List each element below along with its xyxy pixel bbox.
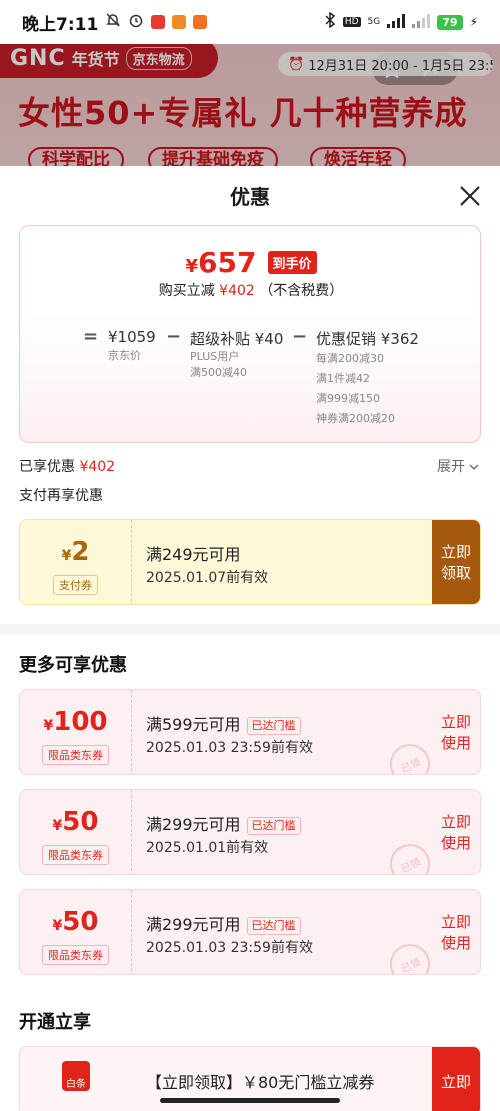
coupon-validity: 2025.01.03 23:59前有效 xyxy=(146,940,313,956)
coupon-amount: ¥50 xyxy=(52,807,99,837)
use-coupon-button[interactable]: 立即使用 xyxy=(432,790,480,874)
charging-icon: ⚡ xyxy=(469,15,478,29)
app-notification-icon-3 xyxy=(193,15,208,29)
signal-bars-icon xyxy=(387,13,406,32)
open-benefits-title: 开通立享 xyxy=(19,1012,91,1033)
coupon-card-1: ¥100 限品类东券 满599元可用 已达门槛 2025.01.03 23:59前… xyxy=(19,689,481,775)
enjoyed-discount: 已享优惠 ¥402 xyxy=(19,459,116,475)
battery-icon: 79 xyxy=(437,14,463,30)
pay-section-title: 支付再享优惠 xyxy=(19,488,103,504)
expand-toggle[interactable]: 展开 xyxy=(437,456,479,476)
coupon-tag: 限品类东券 xyxy=(42,745,109,765)
final-price: ¥657 xyxy=(185,246,257,279)
close-icon[interactable] xyxy=(458,184,482,208)
more-discounts-title: 更多可享优惠 xyxy=(19,655,127,676)
use-coupon-button[interactable]: 立即使用 xyxy=(432,890,480,974)
threshold-badge: 已达门槛 xyxy=(246,716,301,735)
enjoyed-amount: ¥402 xyxy=(79,459,116,475)
promo-col: 优惠促销 ¥362 每满200减30 满1件减42 满999减150 神券满20… xyxy=(316,328,419,429)
signal-icon: 5G xyxy=(367,17,381,27)
plus-rule: 满500减40 xyxy=(190,366,247,379)
use-coupon-button[interactable]: 立即使用 xyxy=(432,690,480,774)
signal-bars-icon-2 xyxy=(412,13,431,32)
promo-rule-3: 满999减150 xyxy=(316,392,380,405)
pay-coupon-validity: 2025.01.07前有效 xyxy=(146,570,269,586)
coupon-title: 满299元可用 已达门槛 xyxy=(146,911,301,935)
dim-overlay[interactable] xyxy=(0,36,500,166)
pay-coupon-title: 满249元可用 xyxy=(146,545,241,564)
bluetooth-icon xyxy=(324,11,336,32)
equals-sign: = xyxy=(83,326,99,347)
chevron-down-icon xyxy=(469,464,479,470)
coupon-card-2: ¥50 限品类东券 满299元可用 已达门槛 2025.01.01前有效 已领 立… xyxy=(19,789,481,875)
coupon-validity: 2025.01.01前有效 xyxy=(146,840,269,856)
baitiao-claim-button[interactable]: 立即 xyxy=(432,1047,480,1111)
pay-coupon-value: ¥2 支付券 xyxy=(20,520,132,604)
section-divider xyxy=(0,624,500,634)
status-time: 晚上7:11 xyxy=(22,14,99,35)
status-bar: 晚上7:11 HD 5G 79 ⚡ xyxy=(0,0,500,44)
pay-coupon: ¥2 支付券 满249元可用 2025.01.07前有效 立即领取 xyxy=(19,519,481,605)
coupon-tag: 限品类东券 xyxy=(42,845,109,865)
minus-sign-2: − xyxy=(292,326,308,347)
coupon-validity: 2025.01.03 23:59前有效 xyxy=(146,740,313,756)
final-price-row: ¥657 到手价 xyxy=(20,246,482,279)
coupon-title: 满299元可用 已达门槛 xyxy=(146,811,301,835)
claimed-stamp: 已领 xyxy=(383,837,437,874)
promo-total: 优惠促销 ¥362 xyxy=(316,330,419,348)
jd-price-col: ¥1059 京东价 xyxy=(108,328,156,366)
app-notification-icon xyxy=(151,15,166,29)
threshold-badge: 已达门槛 xyxy=(246,816,301,835)
final-price-badge: 到手价 xyxy=(267,251,317,274)
threshold-badge: 已达门槛 xyxy=(246,916,301,935)
coupon-tag: 限品类东券 xyxy=(42,945,109,965)
coupon-amount: ¥100 xyxy=(43,707,108,737)
coupon-amount: ¥50 xyxy=(52,907,99,937)
jd-price: ¥1059 xyxy=(108,328,156,346)
coupon-card-3: ¥50 限品类东券 满299元可用 已达门槛 2025.01.03 23:59前有… xyxy=(19,889,481,975)
baitiao-icon: 白条 xyxy=(62,1061,90,1091)
mute-icon xyxy=(105,12,121,32)
claim-pay-coupon-button[interactable]: 立即领取 xyxy=(432,520,480,604)
alarm-icon xyxy=(128,12,144,32)
app-notification-icon-2 xyxy=(172,15,187,29)
promo-rule-1: 每满200减30 xyxy=(316,352,384,365)
discount-sheet: 优惠 ¥657 到手价 购买立减 ¥402 （不含税费） = ¥1059 京东价… xyxy=(0,166,500,1111)
buy-discount-amount: ¥402 xyxy=(219,283,255,299)
hd-icon: HD xyxy=(342,17,361,27)
gesture-nav-bar[interactable] xyxy=(160,1098,340,1103)
promo-rule-2: 满1件减42 xyxy=(316,372,370,385)
plus-subsidy: 超级补贴 ¥40 xyxy=(190,330,284,348)
pay-coupon-tag: 支付券 xyxy=(53,575,98,595)
claimed-stamp: 已领 xyxy=(383,937,437,974)
price-breakdown-box: ¥657 到手价 购买立减 ¥402 （不含税费） = ¥1059 京东价 − … xyxy=(19,225,481,443)
claimed-stamp: 已领 xyxy=(383,737,437,774)
jd-price-label: 京东价 xyxy=(108,349,141,362)
plus-user-label: PLUS用户 xyxy=(190,350,240,363)
buy-discount-line: 购买立减 ¥402 （不含税费） xyxy=(158,283,344,299)
coupon-title: 满599元可用 已达门槛 xyxy=(146,711,301,735)
plus-subsidy-col: 超级补贴 ¥40 PLUS用户 满500减40 xyxy=(190,328,283,381)
minus-sign-1: − xyxy=(166,326,182,347)
baitiao-offer-text: 【立即领取】￥80无门槛立减券 xyxy=(146,1073,375,1092)
promo-rule-4: 神券满200减20 xyxy=(316,412,395,425)
sheet-title: 优惠 xyxy=(230,185,270,209)
